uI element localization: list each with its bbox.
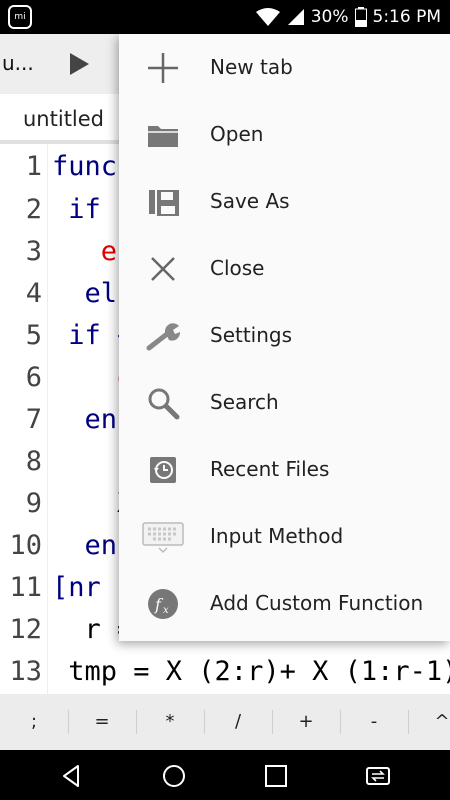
menu-item-label: Input Method xyxy=(210,524,344,548)
line-number: 2 xyxy=(25,194,42,225)
status-icons: 30% 5:16 PM xyxy=(255,0,441,34)
close-icon xyxy=(151,257,175,281)
symbol-bar: ; = * / + - ^ xyxy=(0,694,450,750)
plus-icon xyxy=(148,53,178,83)
save-as-icon xyxy=(149,190,179,216)
screen-switch-icon[interactable] xyxy=(364,762,392,790)
symbol-key-caret[interactable]: ^ xyxy=(408,694,450,750)
line-number: 12 xyxy=(9,614,42,645)
recents-icon[interactable] xyxy=(262,762,290,790)
run-play-icon[interactable] xyxy=(66,51,92,77)
line-number: 4 xyxy=(25,278,42,309)
line-number: 3 xyxy=(25,236,42,267)
menu-item-label: New tab xyxy=(210,55,293,79)
line-text: tmp = X (2:r)+ X (1:r-1); xyxy=(52,656,450,687)
line-number: 7 xyxy=(25,404,42,435)
line-number: 11 xyxy=(9,572,42,603)
symbol-key-multiply[interactable]: * xyxy=(136,694,204,750)
tab-untitled[interactable]: untitled xyxy=(23,107,104,131)
menu-item-save-as[interactable]: Save As xyxy=(119,168,450,235)
app-notification-icon: mi xyxy=(8,5,32,29)
function-icon: f x xyxy=(148,589,178,619)
line-number: 8 xyxy=(25,446,42,477)
screen: mi 30% 5:16 PM u... untitled 1 func 2 if… xyxy=(0,0,450,800)
menu-item-input-method[interactable]: Input Method xyxy=(119,503,450,570)
menu-item-open[interactable]: Open xyxy=(119,101,450,168)
keyboard-icon xyxy=(142,522,184,554)
line-text: en xyxy=(52,530,118,561)
search-icon xyxy=(148,388,180,420)
code-line: 13 tmp = X (2:r)+ X (1:r-1); xyxy=(0,656,450,694)
menu-item-new-tab[interactable]: New tab xyxy=(119,34,450,101)
battery-icon xyxy=(354,7,367,27)
symbol-key-semicolon[interactable]: ; xyxy=(0,694,68,750)
symbol-key-divide[interactable]: / xyxy=(204,694,272,750)
menu-item-label: Open xyxy=(210,122,264,146)
menu-item-close[interactable]: Close xyxy=(119,235,450,302)
status-bar: mi 30% 5:16 PM xyxy=(0,0,450,34)
menu-item-label: Recent Files xyxy=(210,457,330,481)
wrench-icon xyxy=(146,323,181,351)
battery-percent: 30% xyxy=(310,7,349,27)
menu-item-add-custom-function[interactable]: f x Add Custom Function xyxy=(119,570,450,637)
line-number: 13 xyxy=(9,656,42,687)
line-text: en xyxy=(52,404,118,435)
clock: 5:16 PM xyxy=(372,7,442,27)
line-number: 5 xyxy=(25,320,42,351)
menu-item-label: Close xyxy=(210,256,265,280)
menu-item-search[interactable]: Search xyxy=(119,369,450,436)
line-number: 6 xyxy=(25,362,42,393)
folder-icon xyxy=(148,126,178,147)
signal-icon xyxy=(287,9,304,25)
symbol-key-equals[interactable]: = xyxy=(68,694,136,750)
history-icon xyxy=(150,457,176,483)
navigation-bar xyxy=(0,750,450,800)
line-number: 9 xyxy=(25,488,42,519)
wifi-icon xyxy=(255,8,280,26)
menu-item-label: Save As xyxy=(210,189,290,213)
symbol-key-plus[interactable]: + xyxy=(272,694,340,750)
menu-item-recent-files[interactable]: Recent Files xyxy=(119,436,450,503)
menu-item-label: Settings xyxy=(210,323,293,347)
back-icon[interactable] xyxy=(58,762,86,790)
overflow-menu: New tab Open Save As Close Settings Sear… xyxy=(119,34,450,641)
toolbar-title[interactable]: u... xyxy=(2,51,34,75)
line-number: 10 xyxy=(9,530,42,561)
home-icon[interactable] xyxy=(160,762,188,790)
menu-item-label: Search xyxy=(210,390,279,414)
svg-text:x: x xyxy=(163,605,169,616)
menu-item-settings[interactable]: Settings xyxy=(119,302,450,369)
line-number: 1 xyxy=(25,151,42,182)
menu-item-label: Add Custom Function xyxy=(210,591,424,615)
symbol-key-minus[interactable]: - xyxy=(340,694,408,750)
line-text: func xyxy=(52,151,118,182)
